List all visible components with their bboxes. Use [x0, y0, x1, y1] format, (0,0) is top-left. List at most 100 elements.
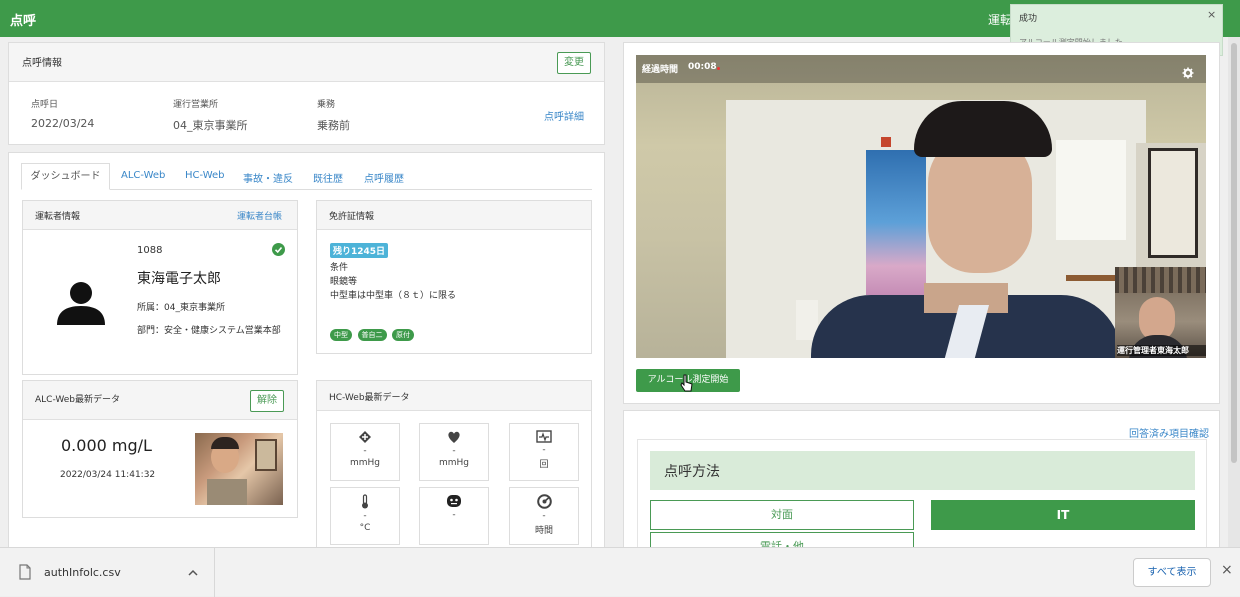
- temperature-value: -: [363, 511, 367, 521]
- hc-latest-title: HC-Web最新データ: [329, 393, 410, 403]
- tab-accident[interactable]: 事故・違反: [243, 170, 293, 185]
- license-remaining-badge: 残り1245日: [330, 243, 389, 258]
- video-header-overlay: 経過時間 00:08: [636, 55, 1206, 83]
- alc-release-button[interactable]: 解除: [250, 390, 284, 412]
- blood-pressure-low-cell: - mmHg: [419, 423, 489, 481]
- blood-pressure-high-icon: [359, 431, 371, 443]
- method-title: 点呼方法: [664, 464, 720, 480]
- method-panel: 点呼方法 対面 IT 電話・他: [637, 439, 1207, 562]
- office-label: 運行営業所: [173, 100, 219, 110]
- alc-value: 0.000 mg/L: [61, 436, 152, 455]
- download-bar-close-button[interactable]: ×: [1221, 562, 1233, 578]
- duty-value: 乗務前: [317, 119, 350, 132]
- elapsed-label: 経過時間: [642, 65, 679, 75]
- temperature-cell: - °C: [330, 487, 400, 545]
- license-class-badge: 原付: [392, 329, 414, 341]
- sleep-value: -: [542, 511, 546, 521]
- driver-id: 1088: [137, 245, 163, 256]
- rollcall-date-value: 2022/03/24: [31, 117, 95, 130]
- license-condition-2: 中型車は中型車（８ｔ）に限る: [330, 291, 457, 301]
- method-title-bar: 点呼方法: [650, 451, 1195, 490]
- rollcall-info-card: 点呼情報 変更 点呼日 2022/03/24 運行営業所 04_東京事業所 乗務…: [8, 42, 605, 145]
- bp-low-unit: mmHg: [438, 458, 469, 468]
- page-scrollbar[interactable]: [1228, 37, 1240, 547]
- office-value: 04_東京事業所: [173, 119, 248, 132]
- change-button[interactable]: 変更: [557, 52, 591, 74]
- hc-latest-card: HC-Web最新データ - mmHg - mmHg - 回 - °C - - 時…: [316, 380, 592, 553]
- alc-latest-header: ALC-Web最新データ 解除: [23, 381, 297, 420]
- rollcall-detail-link[interactable]: 点呼詳細: [544, 108, 584, 123]
- blood-pressure-high-cell: - mmHg: [330, 423, 400, 481]
- face-icon: [447, 495, 461, 507]
- license-class-badge: 中型: [330, 329, 352, 341]
- show-all-button[interactable]: すべて表示: [1133, 558, 1211, 587]
- tab-hc-web[interactable]: HC-Web: [185, 170, 225, 181]
- heart-rate-icon: [536, 430, 552, 443]
- alc-latest-card: ALC-Web最新データ 解除 0.000 mg/L 2022/03/24 11…: [22, 380, 298, 518]
- driver-department: 部門：安全・健康システム営業本部: [137, 326, 281, 336]
- face-cell: -: [419, 487, 489, 545]
- heart-rate-unit: 回: [539, 460, 549, 470]
- sleep-cell: - 時間: [509, 487, 579, 545]
- person-avatar-icon: [57, 282, 105, 325]
- method-it-button[interactable]: IT: [931, 500, 1195, 530]
- alc-datetime: 2022/03/24 11:41:32: [60, 470, 156, 480]
- mouse-cursor-icon: [680, 374, 693, 392]
- pip-caption: 運行管理者東海太郎: [1117, 345, 1206, 356]
- method-face-to-face-button[interactable]: 対面: [650, 500, 914, 530]
- chevron-up-icon[interactable]: [188, 569, 198, 576]
- tab-rollcall-history[interactable]: 点呼履歴: [364, 170, 404, 185]
- video-stream: 経過時間 00:08 運行管理者東海太郎: [636, 55, 1206, 358]
- license-condition-1: 眼鏡等: [330, 277, 358, 287]
- rollcall-info-title: 点呼情報: [22, 58, 62, 69]
- driver-affiliation: 所属：04_東京事業所: [137, 303, 225, 313]
- pip-video: 運行管理者東海太郎: [1115, 267, 1206, 358]
- face-value: -: [452, 510, 456, 520]
- bp-high-value: -: [363, 446, 367, 456]
- download-bar: authInfolc.csv すべて表示 ×: [0, 547, 1240, 597]
- alc-latest-title: ALC-Web最新データ: [35, 395, 120, 405]
- download-file-name[interactable]: authInfolc.csv: [44, 566, 121, 579]
- settings-gear-icon[interactable]: [1182, 67, 1194, 79]
- tab-bar: ダッシュボード ALC-Web HC-Web 事故・違反 既往歴 点呼履歴: [21, 163, 592, 190]
- recording-dot-icon: [717, 67, 720, 70]
- answered-items-link[interactable]: 回答済み項目確認: [1129, 425, 1209, 440]
- thermometer-icon: [362, 494, 368, 509]
- driver-ledger-link[interactable]: 運転者台帳: [237, 209, 282, 222]
- bp-high-unit: mmHg: [349, 458, 380, 468]
- license-condition-label: 条件: [330, 263, 349, 273]
- license-class-badge: 普自二: [357, 329, 387, 341]
- heart-rate-cell: - 回: [509, 423, 579, 481]
- toast-title: 成功: [1019, 14, 1038, 24]
- rollcall-method-card: 回答済み項目確認 点呼方法 対面 IT 電話・他: [623, 410, 1220, 562]
- file-icon: [19, 564, 31, 580]
- divider: [214, 548, 215, 597]
- blood-pressure-low-icon: [448, 431, 460, 443]
- license-info-header: 免許証情報: [317, 201, 591, 230]
- tab-alc-web[interactable]: ALC-Web: [121, 170, 165, 181]
- bp-low-value: -: [452, 446, 456, 456]
- heart-rate-value: -: [542, 445, 546, 455]
- temperature-unit: °C: [359, 523, 371, 533]
- driver-info-title: 運転者情報: [35, 212, 81, 222]
- license-class-badges: 中型 普自二 原付: [330, 327, 416, 341]
- scrollbar-thumb[interactable]: [1231, 43, 1237, 463]
- toast-close-button[interactable]: ×: [1207, 8, 1216, 21]
- license-info-title: 免許証情報: [329, 212, 375, 222]
- hc-latest-header: HC-Web最新データ: [317, 381, 591, 411]
- rollcall-info-header: 点呼情報 変更: [9, 43, 604, 82]
- sleep-icon: [536, 494, 552, 509]
- alc-photo: [195, 433, 283, 505]
- tab-history[interactable]: 既往歴: [313, 170, 343, 185]
- dashboard-card: ダッシュボード ALC-Web HC-Web 事故・違反 既往歴 点呼履歴 運転…: [8, 152, 605, 553]
- verified-check-icon: [272, 243, 285, 256]
- sleep-unit: 時間: [534, 526, 553, 536]
- duty-label: 乗務: [317, 100, 336, 110]
- elapsed-time: 00:08: [688, 62, 717, 72]
- tab-dashboard[interactable]: ダッシュボード: [21, 163, 110, 190]
- page-title: 点呼: [10, 14, 37, 29]
- header-right-text: 運転: [988, 13, 1013, 27]
- driver-name: 東海電子太郎: [137, 271, 221, 287]
- driver-info-header: 運転者情報 運転者台帳: [23, 201, 297, 230]
- driver-info-card: 運転者情報 運転者台帳 1088 東海電子太郎 所属：04_東京事業所 部門：安…: [22, 200, 298, 375]
